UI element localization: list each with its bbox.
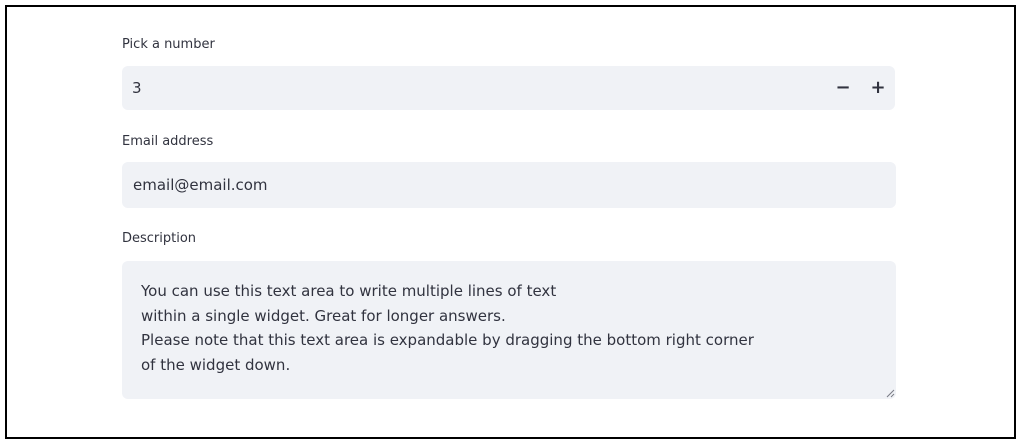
decrement-button[interactable]: −	[828, 74, 858, 102]
email-field[interactable]: email@email.com	[122, 162, 896, 208]
number-field-label: Pick a number	[122, 37, 215, 52]
resize-handle-icon[interactable]	[885, 388, 895, 398]
email-field-value[interactable]: email@email.com	[133, 163, 268, 207]
description-textarea-value[interactable]: You can use this text area to write mult…	[141, 279, 754, 377]
description-textarea[interactable]: You can use this text area to write mult…	[122, 261, 896, 399]
number-input-value[interactable]: 3	[132, 66, 142, 110]
increment-button[interactable]: +	[863, 74, 893, 102]
description-field-label: Description	[122, 231, 197, 246]
number-input[interactable]: 3 − +	[122, 66, 895, 110]
email-field-label: Email address	[122, 134, 214, 149]
